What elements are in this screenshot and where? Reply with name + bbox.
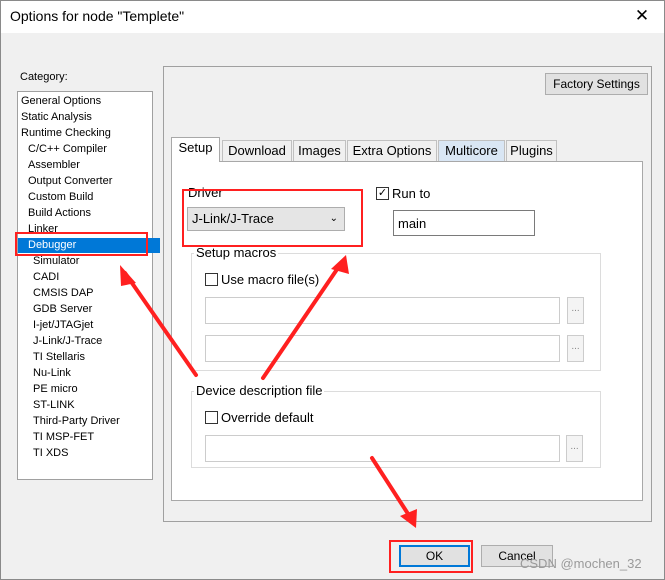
arrow-head-debugger xyxy=(120,265,136,286)
annotation-arrows xyxy=(120,255,417,528)
arrow-to-ok xyxy=(370,456,414,522)
tab-setup[interactable]: Setup xyxy=(171,137,220,162)
watermark: CSDN @mochen_32 xyxy=(520,556,642,571)
arrow-to-debugger xyxy=(123,271,198,377)
arrow-to-driver xyxy=(261,260,344,380)
